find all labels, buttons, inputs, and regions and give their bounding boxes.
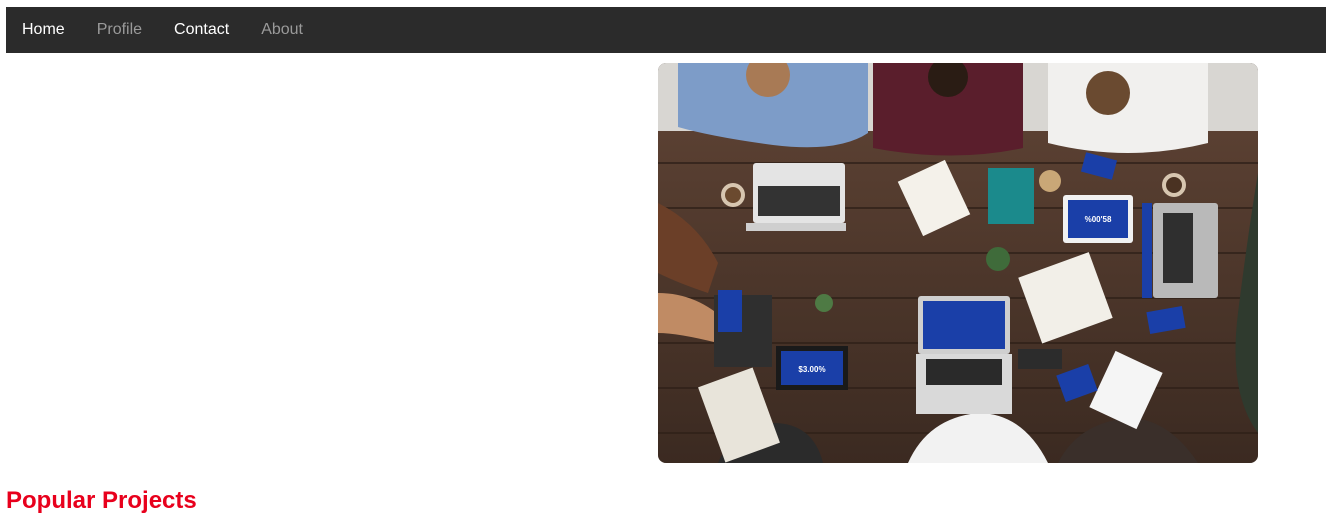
laptop-hinge — [746, 223, 846, 231]
person-head — [1086, 71, 1130, 115]
tablet-screen-text: $3.00% — [798, 365, 825, 374]
nav-link-home[interactable]: Home — [22, 22, 65, 38]
phone — [718, 290, 742, 332]
laptop-screen — [923, 301, 1005, 349]
page: Home Profile Contact About %00'58 $3.00%… — [0, 0, 1326, 526]
teal-notebook — [988, 168, 1034, 224]
laptop-keyboard — [926, 359, 1002, 385]
hero-team-meeting-image: %00'58 $3.00% — [658, 63, 1258, 463]
small-plant — [986, 247, 1010, 271]
person-white-shirt — [1048, 63, 1208, 153]
small-plant — [815, 294, 833, 312]
laptop-keyboard — [1163, 213, 1193, 283]
tablet-screen-text: %00'58 — [1085, 215, 1112, 224]
laptop-keyboard — [758, 186, 840, 216]
coffee-cup — [1039, 170, 1061, 192]
nav-link-contact[interactable]: Contact — [174, 22, 229, 38]
team-meeting-illustration: %00'58 $3.00% — [658, 63, 1258, 463]
nav-link-profile[interactable]: Profile — [97, 22, 142, 38]
coffee — [725, 187, 741, 203]
top-navbar: Home Profile Contact About — [6, 7, 1326, 53]
nav-link-about[interactable]: About — [261, 22, 303, 38]
coffee — [1166, 177, 1182, 193]
phone-dark — [1018, 349, 1062, 369]
section-title-popular-projects: Popular Projects — [6, 487, 197, 514]
laptop-screen-edge — [1142, 203, 1152, 298]
